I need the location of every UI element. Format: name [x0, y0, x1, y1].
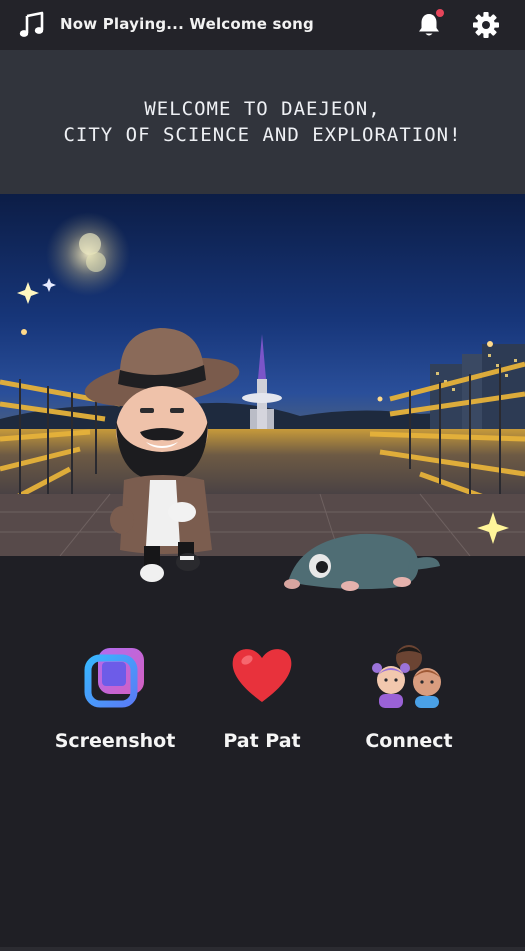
- city-scene: [0, 194, 525, 556]
- connect-button[interactable]: Connect: [339, 640, 479, 752]
- avatar-character[interactable]: [80, 320, 250, 590]
- bottom-edge: [0, 947, 525, 951]
- music-note-icon[interactable]: [18, 11, 46, 39]
- top-bar: Now Playing... Welcome song: [0, 0, 525, 50]
- now-playing-text[interactable]: Now Playing... Welcome song: [60, 15, 314, 33]
- notification-badge: [436, 9, 444, 17]
- pat-pat-button[interactable]: Pat Pat: [192, 640, 332, 752]
- pat-pat-label: Pat Pat: [223, 730, 301, 752]
- tower-spire: [258, 334, 266, 379]
- welcome-line-2: CITY OF SCIENCE AND EXPLORATION!: [63, 124, 462, 146]
- screenshot-button[interactable]: Screenshot: [45, 640, 185, 752]
- connect-label: Connect: [365, 730, 453, 752]
- mole-creature[interactable]: [280, 530, 445, 596]
- app-screen: Now Playing... Welcome song WELCOME TO D…: [0, 0, 525, 951]
- welcome-banner: WELCOME TO DAEJEON, CITY OF SCIENCE AND …: [0, 50, 525, 194]
- settings-gear-icon[interactable]: [472, 11, 500, 39]
- screenshot-label: Screenshot: [54, 730, 176, 752]
- friends-group-icon: [372, 640, 444, 710]
- screenshot-icon: [80, 640, 150, 710]
- heart-icon: [227, 640, 297, 710]
- welcome-line-1: WELCOME TO DAEJEON,: [144, 98, 381, 120]
- action-bar: Screenshot Pat Pat Connect: [0, 640, 525, 760]
